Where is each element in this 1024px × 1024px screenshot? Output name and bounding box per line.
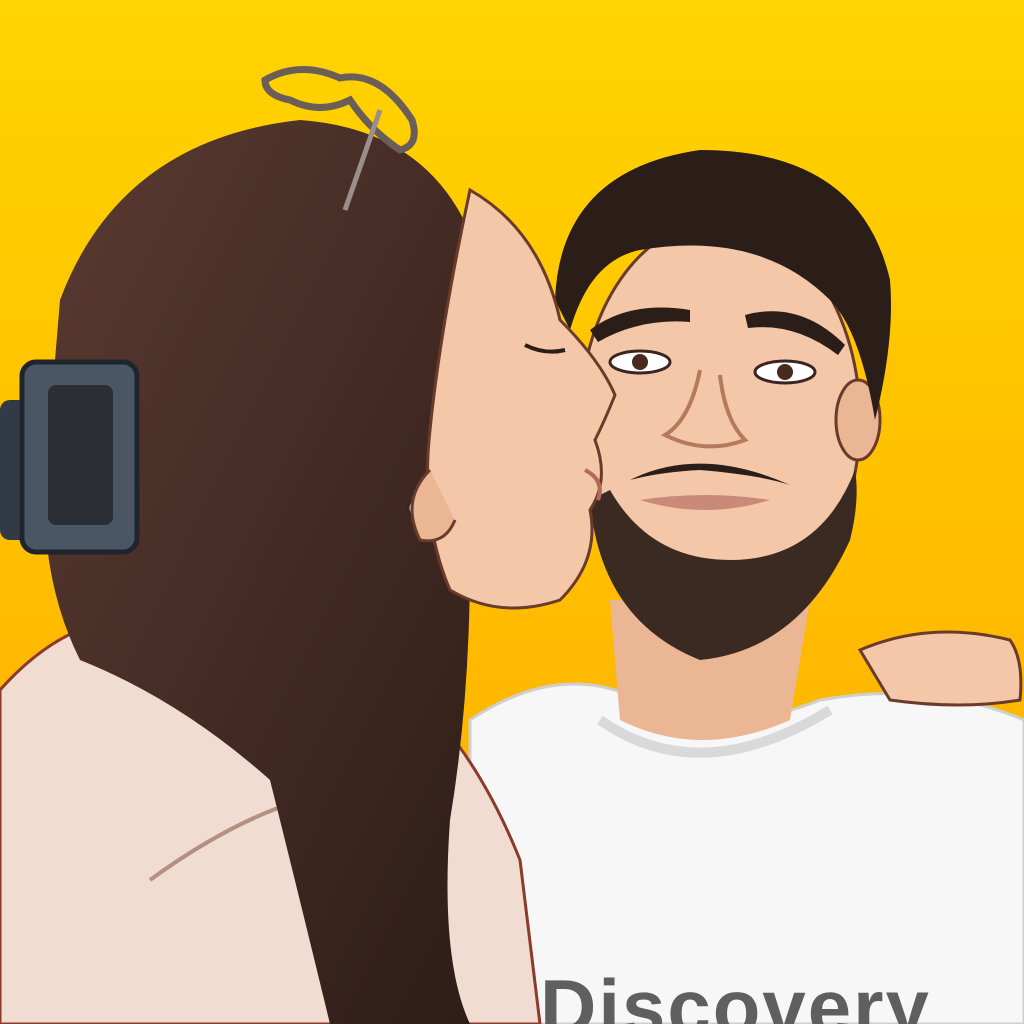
hair-claw-clip-window <box>48 385 113 525</box>
man-right-pupil <box>777 364 793 380</box>
cartoon-portrait: Discovery <box>0 0 1024 1024</box>
man-left-pupil <box>632 354 648 370</box>
cartoon-couple-illustration <box>0 0 1024 1024</box>
tshirt-print-text: Discovery <box>540 968 931 1024</box>
